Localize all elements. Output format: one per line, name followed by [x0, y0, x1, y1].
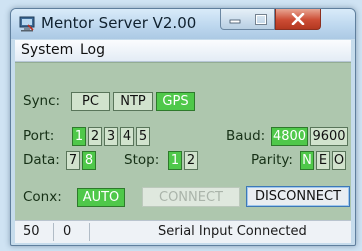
status-count-a: 50 [23, 224, 40, 239]
data-bits-option-8[interactable]: 8 [82, 151, 96, 170]
port-option-2[interactable]: 2 [88, 127, 102, 146]
data-bits-option-7[interactable]: 7 [66, 151, 80, 170]
stop-bits-option-1[interactable]: 1 [168, 151, 182, 170]
conx-label: Conx: [23, 189, 62, 205]
app-computer-icon [19, 16, 35, 32]
title-bar[interactable]: Mentor Server V2.00 [11, 9, 355, 39]
port-option-4[interactable]: 4 [120, 127, 134, 146]
main-window: Mentor Server V2.00 System Log Sync: PC … [10, 8, 356, 246]
baud-option-4800[interactable]: 4800 [271, 127, 308, 146]
port-label: Port: [23, 128, 55, 144]
menu-bar: System Log [15, 40, 351, 62]
minimize-icon [229, 19, 240, 24]
baud-option-9600[interactable]: 9600 [310, 127, 348, 146]
settings-panel: Sync: PC NTP GPS Port: 1 2 3 4 5 Baud: 4… [15, 62, 351, 220]
stop-bits-option-2[interactable]: 2 [184, 151, 198, 170]
data-bits-label: Data: [23, 152, 60, 168]
port-option-3[interactable]: 3 [104, 127, 118, 146]
parity-option-n[interactable]: N [300, 151, 314, 170]
parity-label: Parity: [251, 152, 293, 168]
status-bar: 50 0 Serial Input Connected [15, 220, 351, 243]
sync-label: Sync: [23, 93, 61, 109]
disconnect-button[interactable]: DISCONNECT [246, 186, 350, 207]
parity-option-o[interactable]: O [332, 151, 346, 170]
connect-button[interactable]: CONNECT [142, 187, 240, 207]
status-separator [89, 223, 90, 241]
sync-option-ntp[interactable]: NTP [113, 92, 153, 111]
port-option-5[interactable]: 5 [136, 127, 150, 146]
status-count-b: 0 [63, 224, 72, 239]
menu-system[interactable]: System [21, 42, 73, 58]
minimize-button[interactable] [220, 9, 249, 30]
maximize-icon [255, 13, 267, 25]
menu-log[interactable]: Log [80, 42, 105, 58]
sync-option-pc[interactable]: PC [71, 92, 110, 111]
port-option-1[interactable]: 1 [72, 127, 86, 146]
sync-option-gps[interactable]: GPS [156, 92, 195, 111]
window-title: Mentor Server V2.00 [41, 14, 197, 32]
conx-mode-auto[interactable]: AUTO [77, 188, 125, 207]
close-button[interactable] [275, 9, 321, 30]
stop-bits-label: Stop: [124, 152, 160, 168]
close-icon [291, 13, 305, 25]
status-separator [53, 223, 54, 241]
baud-label: Baud: [226, 128, 266, 144]
maximize-button[interactable] [248, 9, 275, 30]
parity-option-e[interactable]: E [316, 151, 330, 170]
status-message: Serial Input Connected [158, 224, 307, 239]
